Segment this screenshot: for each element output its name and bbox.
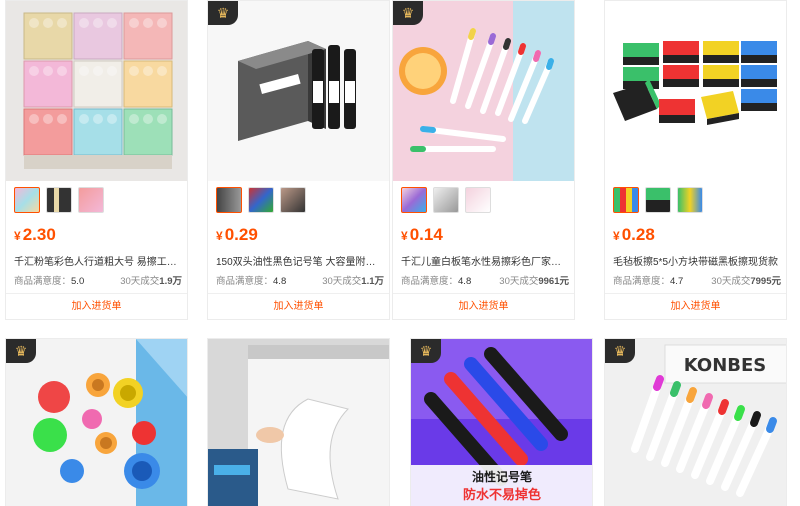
product-price: ¥0.29 xyxy=(216,225,258,245)
rating-label: 商品满意度： xyxy=(14,276,72,287)
product-meta: 商品满意度：4.8 30天成交1.1万 xyxy=(216,273,384,287)
product-image-whiteboard-film[interactable] xyxy=(208,339,389,506)
rating: 商品满意度：4.8 xyxy=(401,273,471,287)
product-card[interactable]: ♛ KONBES xyxy=(604,338,787,506)
marker-caption-1: 油性记号笔 xyxy=(472,469,532,484)
rating: 商品满意度：4.8 xyxy=(216,273,286,287)
product-card[interactable]: ¥0.28 毛毡板擦5*5小方块带磁黑板擦现货款 商品满意度：4.7 30天成交… xyxy=(604,0,787,320)
sales: 30天成交1.1万 xyxy=(322,273,384,287)
currency-symbol: ¥ xyxy=(216,229,223,243)
product-price: ¥0.14 xyxy=(401,225,443,245)
price-value: 0.14 xyxy=(409,225,443,244)
variant-swatch[interactable] xyxy=(78,187,104,213)
product-grid: ¥2.30 千汇粉笔彩色人行道粗大号 易擦工业 包邮 商品满意度：5.0 30天… xyxy=(0,0,800,506)
product-card[interactable]: ¥2.30 千汇粉笔彩色人行道粗大号 易擦工业 包邮 商品满意度：5.0 30天… xyxy=(5,0,188,320)
variant-swatch[interactable] xyxy=(613,187,639,213)
marker-caption-2: 防水不易掉色 xyxy=(463,487,541,503)
rating-value: 5.0 xyxy=(71,276,85,287)
product-price: ¥0.28 xyxy=(613,225,655,245)
rating-value: 4.8 xyxy=(458,276,472,287)
variant-swatch[interactable] xyxy=(216,187,242,213)
product-card[interactable] xyxy=(207,338,390,506)
price-value: 0.28 xyxy=(621,225,655,244)
crown-icon: ♛ xyxy=(6,339,36,363)
currency-symbol: ¥ xyxy=(613,229,620,243)
sales-value: 9961元 xyxy=(538,276,569,287)
variant-swatches xyxy=(14,187,104,213)
product-title[interactable]: 千汇儿童白板笔水性易擦彩色厂家批发 xyxy=(401,253,569,268)
sales-label: 30天成交 xyxy=(711,276,751,287)
product-image-chalk[interactable] xyxy=(6,1,187,181)
variant-swatch[interactable] xyxy=(14,187,40,213)
sales-value: 1.9万 xyxy=(159,276,182,287)
product-title[interactable]: 千汇粉笔彩色人行道粗大号 易擦工业 包邮 xyxy=(14,253,182,268)
product-title[interactable]: 毛毡板擦5*5小方块带磁黑板擦现货款 xyxy=(613,253,781,268)
product-image-whiteboard-pens[interactable] xyxy=(393,1,574,181)
sales: 30天成交7995元 xyxy=(711,273,781,287)
rating: 商品满意度：5.0 xyxy=(14,273,84,287)
rating-label: 商品满意度： xyxy=(216,276,274,287)
product-image-oil-markers[interactable]: 油性记号笔 防水不易掉色 xyxy=(411,339,592,506)
sales: 30天成交9961元 xyxy=(499,273,569,287)
brand-label: KONBES xyxy=(684,355,767,376)
price-value: 0.29 xyxy=(224,225,258,244)
variant-swatch[interactable] xyxy=(433,187,459,213)
product-image-erasers[interactable] xyxy=(605,1,786,181)
rating-label: 商品满意度： xyxy=(401,276,459,287)
currency-symbol: ¥ xyxy=(401,229,408,243)
crown-icon: ♛ xyxy=(605,339,635,363)
product-image-konbes-markers[interactable]: KONBES xyxy=(605,339,786,506)
product-title[interactable]: 150双头油性黑色记号笔 大容量附用 包邮 xyxy=(216,253,384,268)
crown-icon: ♛ xyxy=(208,1,238,25)
rating-label: 商品满意度： xyxy=(613,276,671,287)
price-value: 2.30 xyxy=(22,225,56,244)
variant-swatch[interactable] xyxy=(401,187,427,213)
product-meta: 商品满意度：5.0 30天成交1.9万 xyxy=(14,273,182,287)
sales-value: 7995元 xyxy=(750,276,781,287)
currency-symbol: ¥ xyxy=(14,229,21,243)
rating: 商品满意度：4.7 xyxy=(613,273,683,287)
variant-swatch[interactable] xyxy=(46,187,72,213)
variant-swatches xyxy=(401,187,491,213)
rating-value: 4.8 xyxy=(273,276,287,287)
product-price: ¥2.30 xyxy=(14,225,56,245)
product-image-markers-box[interactable] xyxy=(208,1,389,181)
variant-swatch[interactable] xyxy=(280,187,306,213)
sales-label: 30天成交 xyxy=(499,276,539,287)
rating-value: 4.7 xyxy=(670,276,684,287)
variant-swatch[interactable] xyxy=(677,187,703,213)
variant-swatch[interactable] xyxy=(645,187,671,213)
product-card[interactable]: ♛ xyxy=(392,0,575,320)
product-card[interactable]: ♛ 油性记号笔 防水不易掉色 xyxy=(410,338,593,506)
variant-swatch[interactable] xyxy=(465,187,491,213)
product-card[interactable]: ♛ ¥0.29 150双头油性黑色记号笔 大容量附用 包邮 商品满意度：4.8 … xyxy=(207,0,390,320)
crown-icon: ♛ xyxy=(411,339,441,363)
variant-swatches xyxy=(613,187,703,213)
sales-label: 30天成交 xyxy=(120,276,160,287)
add-to-purchase-list-button[interactable]: 加入进货单 xyxy=(6,293,187,319)
sales-value: 1.1万 xyxy=(361,276,384,287)
product-card[interactable]: ♛ xyxy=(5,338,188,506)
sales: 30天成交1.9万 xyxy=(120,273,182,287)
product-image-magnets[interactable] xyxy=(6,339,187,506)
add-to-purchase-list-button[interactable]: 加入进货单 xyxy=(605,293,786,319)
variant-swatch[interactable] xyxy=(248,187,274,213)
product-meta: 商品满意度：4.7 30天成交7995元 xyxy=(613,273,781,287)
add-to-purchase-list-button[interactable]: 加入进货单 xyxy=(393,293,574,319)
product-meta: 商品满意度：4.8 30天成交9961元 xyxy=(401,273,569,287)
add-to-purchase-list-button[interactable]: 加入进货单 xyxy=(208,293,389,319)
crown-icon: ♛ xyxy=(393,1,423,25)
sales-label: 30天成交 xyxy=(322,276,362,287)
variant-swatches xyxy=(216,187,306,213)
